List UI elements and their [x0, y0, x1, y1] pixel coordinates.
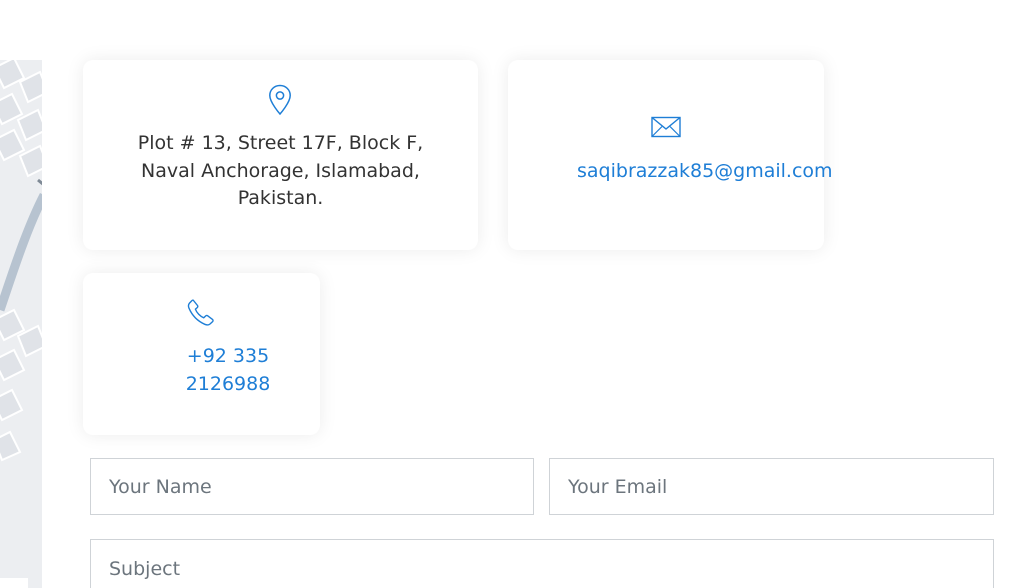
address-card: Plot # 13, Street 17F, Block F, Naval An… — [83, 60, 478, 250]
subject-input[interactable] — [90, 539, 994, 588]
phone-icon — [187, 299, 214, 326]
email-link[interactable]: saqibrazzak85@gmail.com — [577, 157, 833, 185]
email-card: saqibrazzak85@gmail.com — [508, 60, 833, 250]
phone-card: +92 335 2126988 — [83, 273, 320, 435]
envelope-icon — [651, 116, 681, 138]
map-pin-icon — [269, 84, 291, 116]
address-line-3: Pakistan. — [237, 187, 324, 209]
contact-page: Plot # 13, Street 17F, Block F, Naval An… — [0, 0, 1012, 588]
phone-link[interactable]: +92 335 2126988 — [83, 342, 373, 398]
phone-line-1: +92 335 — [186, 345, 270, 367]
map-tiles — [0, 60, 42, 588]
map-embed[interactable] — [0, 60, 42, 588]
email-input[interactable] — [549, 458, 994, 515]
name-input[interactable] — [90, 458, 534, 515]
phone-line-2: 2126988 — [185, 373, 271, 395]
address-line-1: Plot # 13, Street 17F, Block F, — [137, 132, 424, 154]
address-line-2: Naval Anchorage, Islamabad, — [141, 159, 420, 182]
